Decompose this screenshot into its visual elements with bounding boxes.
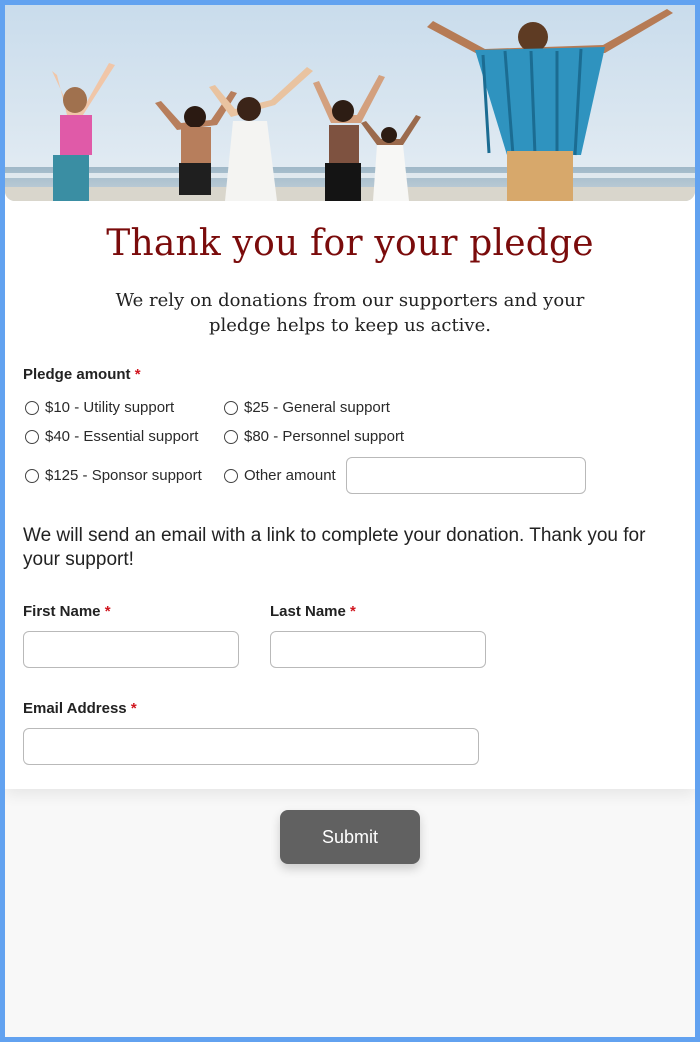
- radio-circle-icon[interactable]: [25, 429, 39, 444]
- form-card: Thank you for your pledge We rely on don…: [5, 5, 695, 789]
- email-label: Email Address *: [23, 700, 137, 717]
- submit-button[interactable]: Submit: [280, 810, 420, 864]
- first-name-label: First Name *: [23, 603, 111, 620]
- email-notice: We will send an email with a link to com…: [23, 525, 646, 570]
- required-marker: *: [130, 700, 137, 717]
- email-input[interactable]: [23, 728, 479, 765]
- radio-circle-icon[interactable]: [224, 429, 238, 444]
- other-amount-input[interactable]: [346, 457, 586, 494]
- first-name-label-text: First Name: [23, 603, 101, 620]
- radio-option-25[interactable]: $25 - General support: [224, 399, 390, 416]
- required-marker: *: [134, 366, 141, 383]
- page-frame: Thank you for your pledge We rely on don…: [5, 5, 695, 1037]
- radio-option-label: $25 - General support: [244, 399, 390, 416]
- pledge-amount-label: Pledge amount *: [23, 366, 141, 383]
- required-marker: *: [350, 603, 356, 620]
- radio-circle-icon[interactable]: [25, 468, 39, 483]
- radio-option-label: $40 - Essential support: [45, 428, 199, 445]
- radio-option-label: $125 - Sponsor support: [45, 467, 202, 484]
- first-name-input[interactable]: [23, 631, 239, 668]
- last-name-label: Last Name *: [270, 603, 356, 620]
- radio-option-other[interactable]: Other amount: [224, 467, 336, 484]
- radio-option-label: $10 - Utility support: [45, 399, 175, 416]
- radio-circle-icon[interactable]: [224, 468, 238, 483]
- last-name-label-text: Last Name: [270, 603, 346, 620]
- radio-option-label: $80 - Personnel support: [244, 428, 405, 445]
- last-name-input[interactable]: [270, 631, 486, 668]
- required-marker: *: [104, 603, 111, 620]
- radio-option-label: Other amount: [244, 467, 336, 484]
- radio-circle-icon[interactable]: [224, 400, 238, 415]
- hero-image: [5, 5, 695, 201]
- radio-option-80[interactable]: $80 - Personnel support: [224, 428, 404, 445]
- radio-circle-icon[interactable]: [25, 400, 39, 415]
- radio-option-40[interactable]: $40 - Essential support: [25, 428, 198, 445]
- page-title: Thank you for your pledge: [106, 223, 594, 264]
- radio-option-125[interactable]: $125 - Sponsor support: [25, 467, 202, 484]
- email-label-text: Email Address: [23, 700, 127, 717]
- page-subtitle: We rely on donations from our supporters…: [115, 290, 585, 336]
- pledge-amount-label-text: Pledge amount: [23, 366, 131, 383]
- radio-option-10[interactable]: $10 - Utility support: [25, 399, 174, 416]
